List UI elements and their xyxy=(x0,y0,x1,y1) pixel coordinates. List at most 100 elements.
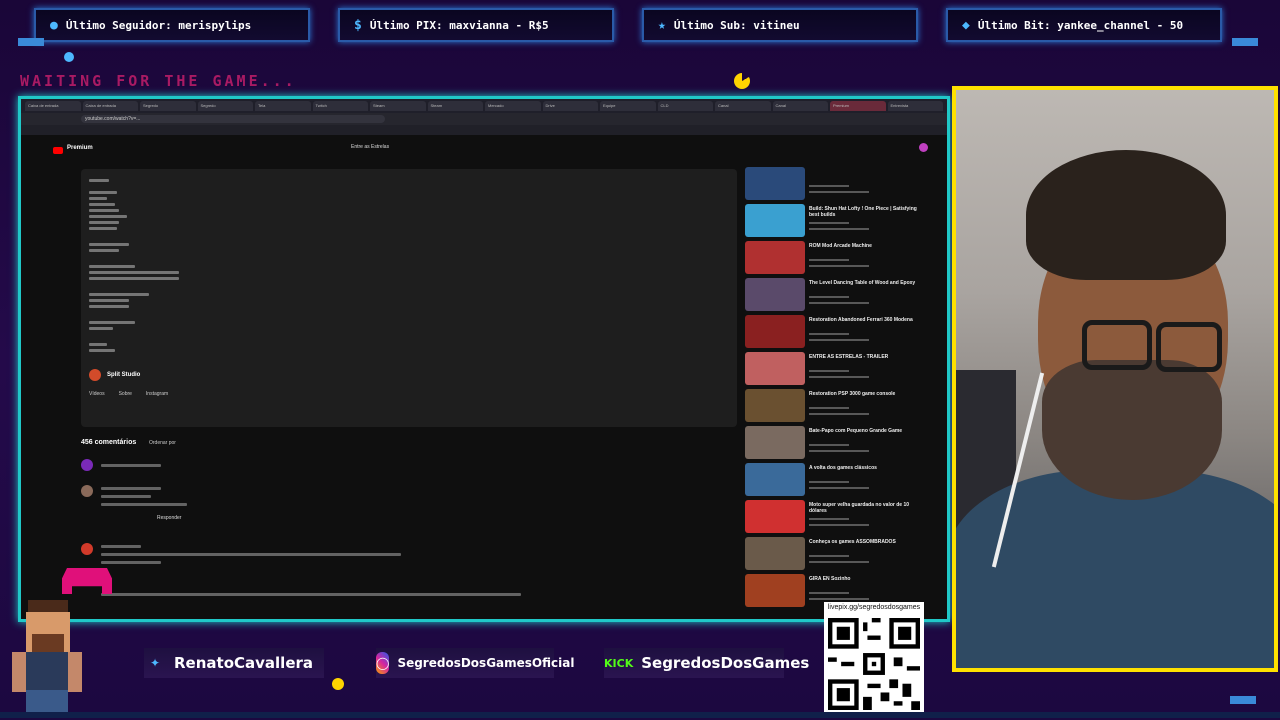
browser-tab[interactable]: Canal xyxy=(715,101,771,111)
qr-code-panel: livepix.gg/segredosdosgames xyxy=(824,602,924,716)
video-thumbnail[interactable] xyxy=(745,389,805,422)
video-thumbnail[interactable] xyxy=(745,426,805,459)
browser-tab[interactable]: Tela xyxy=(255,101,311,111)
video-thumbnail[interactable] xyxy=(745,278,805,311)
browser-tab[interactable]: Premium xyxy=(830,101,886,111)
video-title[interactable]: Restoration Abandoned Ferrari 360 Modena xyxy=(809,317,927,329)
browser-tab[interactable]: Canal xyxy=(772,101,828,111)
reply-button[interactable]: Responder xyxy=(157,515,181,521)
browser-tab[interactable]: Mercado xyxy=(485,101,541,111)
browser-tab[interactable]: CLD xyxy=(657,101,713,111)
alert-last-sub: ★ Último Sub: vitineu xyxy=(642,8,918,42)
list-item[interactable]: Bate-Papo com Pequeno Grande Game xyxy=(745,426,931,460)
video-title[interactable]: GIRA EN Sozinho xyxy=(809,576,927,588)
qr-url: livepix.gg/segredosdosgames xyxy=(827,604,921,611)
avatar[interactable] xyxy=(919,143,928,152)
video-meta xyxy=(809,222,849,224)
video-meta xyxy=(809,259,849,261)
sort-button[interactable]: Ordenar por xyxy=(149,440,176,446)
browser-tab[interactable]: Equipe xyxy=(600,101,656,111)
video-meta xyxy=(809,481,849,483)
coin-icon xyxy=(332,678,344,690)
social-kick: KICK SegredosDosGames xyxy=(604,648,809,678)
browser-tab[interactable]: Caixa de entrada xyxy=(82,101,138,111)
list-item[interactable]: Build: Shun Hat Lofty ! One Piece | Sati… xyxy=(745,204,931,238)
video-title[interactable] xyxy=(809,169,927,181)
browser-tab[interactable]: Segredo xyxy=(197,101,253,111)
video-meta xyxy=(809,228,869,230)
videos-button[interactable]: Vídeos xyxy=(89,391,105,397)
webcam-feed xyxy=(952,86,1278,672)
list-item[interactable]: The Level Dancing Table of Wood and Epox… xyxy=(745,278,931,312)
video-title[interactable]: Conheça os games ASSOMBRADOS xyxy=(809,539,927,551)
browser-tab[interactable]: Drive xyxy=(542,101,598,111)
avatar xyxy=(81,485,93,497)
channel-buttons: Vídeos Sobre Instagram xyxy=(89,391,168,397)
video-meta xyxy=(809,370,849,372)
video-thumbnail[interactable] xyxy=(745,574,805,607)
person-beard xyxy=(1042,360,1222,500)
video-title[interactable]: Build: Shun Hat Lofty ! One Piece | Sati… xyxy=(809,206,927,218)
video-thumbnail[interactable] xyxy=(745,315,805,348)
list-item[interactable]: Restoration Abandoned Ferrari 360 Modena xyxy=(745,315,931,349)
channel-name[interactable]: Split Studio xyxy=(107,372,140,378)
list-item[interactable]: Conheça os games ASSOMBRADOS xyxy=(745,537,931,571)
list-item[interactable]: Moto super velha guardada no valor de 10… xyxy=(745,500,931,534)
list-item[interactable]: ROM Mod Arcade Machine xyxy=(745,241,931,275)
video-title[interactable]: ENTRE AS ESTRELAS - TRAILER xyxy=(809,354,927,366)
video-title[interactable]: Bate-Papo com Pequeno Grande Game xyxy=(809,428,927,440)
alert-text: Último PIX: maxvianna - R$5 xyxy=(369,18,549,32)
video-title[interactable]: A volta dos games clássicos xyxy=(809,465,927,477)
video-thumbnail[interactable] xyxy=(745,204,805,237)
video-thumbnail[interactable] xyxy=(745,352,805,385)
browser-tab[interactable]: Steam xyxy=(427,101,483,111)
video-meta xyxy=(809,413,869,415)
channel-info[interactable]: Split Studio xyxy=(89,369,140,381)
video-meta xyxy=(809,185,849,187)
video-title[interactable]: ROM Mod Arcade Machine xyxy=(809,243,927,255)
video-meta xyxy=(809,450,869,452)
video-title[interactable]: Restoration PSP 3000 game console xyxy=(809,391,927,403)
video-thumbnail[interactable] xyxy=(745,241,805,274)
alert-text: Último Bit: yankee_channel - 50 xyxy=(977,18,1184,32)
hud-corner xyxy=(1232,38,1258,46)
youtube-logo-icon[interactable] xyxy=(53,147,63,154)
list-item[interactable]: ENTRE AS ESTRELAS - TRAILER xyxy=(745,352,931,386)
list-item[interactable] xyxy=(745,167,931,201)
alert-text: Último Seguidor: merispylips xyxy=(65,18,252,32)
video-thumbnail[interactable] xyxy=(745,500,805,533)
kick-icon: KICK xyxy=(604,656,634,670)
video-thumbnail[interactable] xyxy=(745,463,805,496)
browser-tab[interactable]: Twitch xyxy=(312,101,368,111)
list-item[interactable]: A volta dos games clássicos xyxy=(745,463,931,497)
person-shirt xyxy=(956,470,1274,668)
video-meta xyxy=(809,407,849,409)
premium-label: Premium xyxy=(67,145,93,151)
list-item xyxy=(81,543,731,573)
video-description: Split Studio Vídeos Sobre Instagram xyxy=(81,169,737,427)
channel-avatar[interactable] xyxy=(89,369,101,381)
browser-tab[interactable]: Caixa de entrada xyxy=(25,101,81,111)
video-meta xyxy=(809,561,869,563)
url-field[interactable]: youtube.com/watch?v=... xyxy=(81,115,385,123)
browser-tab[interactable]: Segredo xyxy=(140,101,196,111)
search-input[interactable]: Entre as Estrelas xyxy=(351,144,389,150)
video-thumbnail[interactable] xyxy=(745,537,805,570)
video-thumbnail[interactable] xyxy=(745,167,805,200)
browser-tab[interactable]: Steam xyxy=(370,101,426,111)
video-meta xyxy=(809,555,849,557)
comment-input[interactable] xyxy=(81,459,681,475)
about-button[interactable]: Sobre xyxy=(119,391,132,397)
list-item[interactable]: Restoration PSP 3000 game console xyxy=(745,389,931,423)
pixel-character xyxy=(6,600,86,718)
qr-code-icon xyxy=(828,618,920,710)
address-bar[interactable]: youtube.com/watch?v=... xyxy=(21,113,947,125)
video-meta xyxy=(809,592,849,594)
video-title[interactable]: The Level Dancing Table of Wood and Epox… xyxy=(809,280,927,292)
browser-tab[interactable]: Entrevista xyxy=(887,101,943,111)
instagram-button[interactable]: Instagram xyxy=(146,391,168,397)
video-meta xyxy=(809,598,869,600)
video-title[interactable]: Moto super velha guardada no valor de 10… xyxy=(809,502,927,514)
alert-last-bit: ◆ Último Bit: yankee_channel - 50 xyxy=(946,8,1222,42)
dollar-icon: $ xyxy=(354,17,362,33)
